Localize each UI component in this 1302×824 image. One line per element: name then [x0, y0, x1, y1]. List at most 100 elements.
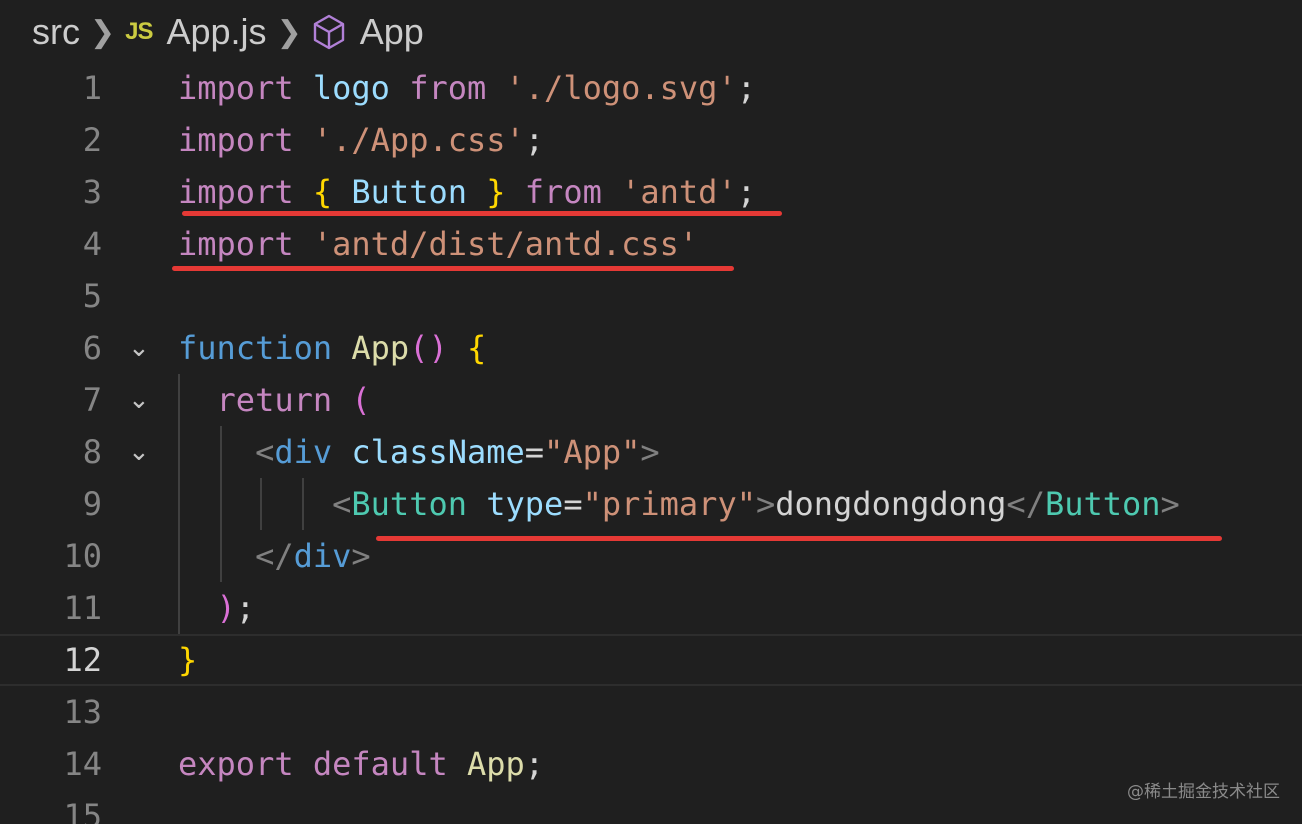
code-token: (): [409, 329, 448, 367]
code-line[interactable]: 13: [0, 686, 1302, 738]
code-token: ;: [524, 745, 545, 783]
code-token: import: [178, 69, 294, 107]
code-token: logo: [312, 69, 390, 107]
code-line[interactable]: 14 export default App;: [0, 738, 1302, 790]
code-text: function App() {: [178, 322, 486, 374]
code-text: return (: [178, 374, 371, 426]
code-token: dongdongdong: [775, 485, 1007, 523]
code-token: <: [332, 485, 352, 523]
line-number: 12: [63, 641, 102, 679]
code-token: className: [351, 433, 525, 471]
line-number: 13: [63, 693, 102, 731]
highlight-underline: [182, 211, 782, 216]
fold-chevron-icon[interactable]: ⌄: [128, 374, 160, 426]
breadcrumb-file[interactable]: JS App.js: [125, 11, 266, 53]
code-text: );: [178, 582, 256, 634]
code-token: from: [409, 69, 487, 107]
code-token: }: [486, 173, 506, 211]
code-line[interactable]: 9 <Button type="primary">dongdongdong</B…: [0, 478, 1302, 530]
code-line[interactable]: 7 ⌄ return (: [0, 374, 1302, 426]
code-token: Button: [1044, 485, 1161, 523]
code-editor[interactable]: 1 import logo from './logo.svg'; 2 import '…: [0, 62, 1302, 824]
code-token: function: [178, 329, 333, 367]
code-token: div: [293, 537, 352, 575]
code-token: type: [486, 485, 564, 523]
chevron-right-icon: ❯: [90, 15, 116, 49]
indent-guide: [178, 374, 180, 634]
highlight-underline: [172, 266, 734, 271]
code-text: export default App;: [178, 738, 544, 790]
code-token: 'antd': [621, 173, 737, 211]
breadcrumb-symbol-label: App: [359, 11, 424, 52]
code-line[interactable]: 1 import logo from './logo.svg';: [0, 62, 1302, 114]
line-number: 14: [63, 745, 102, 783]
code-token: Button: [351, 485, 467, 523]
code-line[interactable]: 11 );: [0, 582, 1302, 634]
line-number: 7: [82, 381, 102, 419]
code-token: >: [351, 537, 371, 575]
code-token: ;: [524, 121, 545, 159]
code-token: './logo.svg': [505, 69, 737, 107]
breadcrumb: src ❯ JS App.js ❯ App: [0, 0, 1302, 64]
fold-chevron-icon[interactable]: ⌄: [128, 426, 160, 478]
code-line[interactable]: 4 import 'antd/dist/antd.css': [0, 218, 1302, 270]
code-token: (: [351, 381, 371, 419]
code-token: ): [216, 589, 236, 627]
code-token: import: [178, 121, 294, 159]
breadcrumb-file-label: App.js: [166, 11, 267, 52]
code-token: default: [312, 745, 448, 783]
line-number: 3: [82, 173, 102, 211]
code-token: "App": [544, 433, 641, 471]
line-number: 8: [82, 433, 102, 471]
line-number: 1: [82, 69, 102, 107]
code-token: {: [466, 329, 487, 367]
code-line[interactable]: 8 ⌄ <div className="App">: [0, 426, 1302, 478]
code-token: >: [640, 433, 660, 471]
code-line[interactable]: 12}: [0, 634, 1302, 686]
code-token: >: [755, 485, 776, 523]
code-text: import logo from './logo.svg';: [178, 62, 756, 114]
fold-chevron-icon[interactable]: ⌄: [128, 322, 160, 374]
code-line[interactable]: 6 ⌄ function App() {: [0, 322, 1302, 374]
code-line[interactable]: 15: [0, 790, 1302, 824]
code-token: return: [216, 381, 333, 419]
breadcrumb-folder[interactable]: src: [32, 11, 80, 53]
line-number: 15: [63, 797, 102, 824]
code-token: import: [178, 225, 294, 263]
indent-guide: [260, 478, 262, 530]
code-line[interactable]: 2 import './App.css';: [0, 114, 1302, 166]
code-token: ;: [235, 589, 256, 627]
code-line[interactable]: 5: [0, 270, 1302, 322]
code-token: }: [178, 641, 198, 679]
code-token: </: [1006, 485, 1045, 523]
code-text: import './App.css';: [178, 114, 544, 166]
cube-icon: [312, 14, 346, 50]
line-number: 4: [82, 225, 102, 263]
breadcrumb-symbol[interactable]: App: [312, 11, 424, 53]
highlight-underline: [376, 536, 1222, 541]
code-text: }: [178, 636, 197, 684]
code-token: =: [524, 433, 545, 471]
code-token: <: [255, 433, 275, 471]
chevron-right-icon: ❯: [276, 15, 302, 49]
line-number: 6: [82, 329, 102, 367]
javascript-file-icon: JS: [125, 18, 153, 45]
code-token: from: [524, 173, 602, 211]
